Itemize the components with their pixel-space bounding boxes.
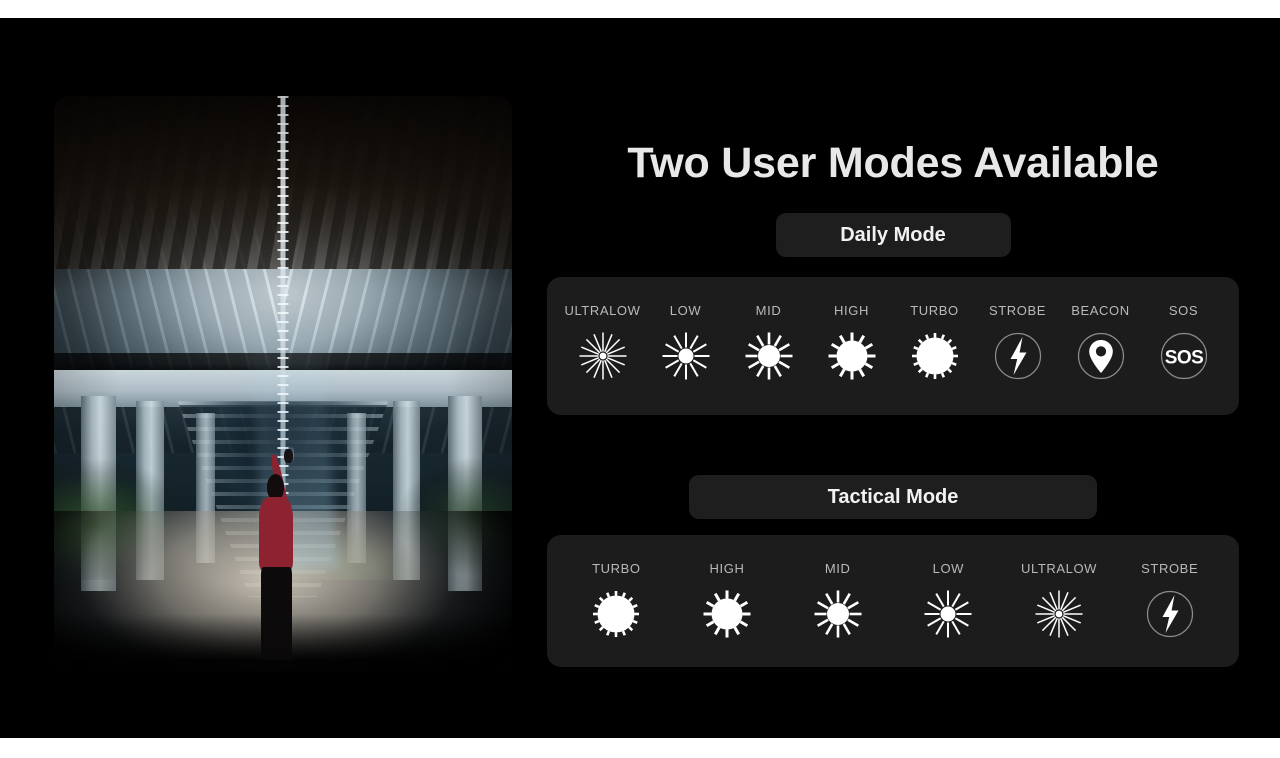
mode-label: BEACON [1071,303,1130,318]
svg-text:SOS: SOS [1164,348,1203,369]
modes-section: Two User Modes Available Daily Mode ULTR… [547,96,1239,696]
daily-mode-low[interactable]: LOW [644,303,727,382]
sun-low-icon [922,588,974,640]
mode-label: MID [755,303,782,318]
tactical-modes-panel: TURBO HIGH MID LOW ULTRALOW STROBE [547,535,1239,667]
sun-ultralow-icon [1033,588,1085,640]
tactical-mode-strobe[interactable]: STROBE [1114,561,1225,640]
mode-label: HIGH [834,303,869,318]
sun-turbo-icon [590,588,642,640]
tactical-mode-low[interactable]: LOW [893,561,1004,640]
daily-mode-beacon[interactable]: BEACON [1059,303,1142,382]
mode-label: TURBO [910,303,959,318]
mode-label: STROBE [1141,561,1199,576]
daily-modes-list: ULTRALOW LOW MID HIGH TURBO STROBE BEACO… [561,303,1225,389]
tactical-mode-ultralow[interactable]: ULTRALOW [1004,561,1115,640]
bridge-night-photo [54,96,512,672]
tactical-mode-mid[interactable]: MID [782,561,893,640]
tactical-mode-turbo[interactable]: TURBO [561,561,672,640]
photo-vignette [54,96,512,672]
page-title: Two User Modes Available [627,139,1159,187]
mode-label: MID [824,561,851,576]
daily-mode-mid[interactable]: MID [727,303,810,382]
sun-high-icon [826,330,878,382]
sun-ultralow-icon [577,330,629,382]
strobe-bolt-icon [992,330,1044,382]
sun-turbo-icon [909,330,961,382]
tactical-mode-button[interactable]: Tactical Mode [689,475,1097,519]
daily-mode-turbo[interactable]: TURBO [893,303,976,382]
content-band: Two User Modes Available Daily Mode ULTR… [0,18,1280,738]
daily-mode-strobe[interactable]: STROBE [976,303,1059,382]
sun-low-icon [660,330,712,382]
mode-label: STROBE [988,303,1047,318]
daily-mode-high[interactable]: HIGH [810,303,893,382]
daily-mode-button[interactable]: Daily Mode [775,213,1011,257]
strobe-bolt-icon [1144,588,1196,640]
sun-high-icon [701,588,753,640]
beacon-pin-icon [1075,330,1127,382]
mode-label: TURBO [592,561,641,576]
photo-scene [54,96,512,672]
mode-label: HIGH [709,561,745,576]
mode-label: LOW [932,561,965,576]
daily-modes-panel: ULTRALOW LOW MID HIGH TURBO STROBE BEACO… [547,277,1239,415]
sun-mid-icon [743,330,795,382]
daily-mode-ultralow[interactable]: ULTRALOW [561,303,644,382]
tactical-mode-high[interactable]: HIGH [672,561,783,640]
page-root: Two User Modes Available Daily Mode ULTR… [0,0,1280,758]
sos-icon: SOS [1158,330,1210,382]
daily-mode-sos[interactable]: SOS SOS [1142,303,1225,382]
mode-label: ULTRALOW [564,303,641,318]
mode-label: LOW [669,303,702,318]
mode-label: SOS [1168,303,1199,318]
mode-label: ULTRALOW [1020,561,1098,576]
sun-mid-icon [812,588,864,640]
tactical-modes-list: TURBO HIGH MID LOW ULTRALOW STROBE [561,561,1225,641]
